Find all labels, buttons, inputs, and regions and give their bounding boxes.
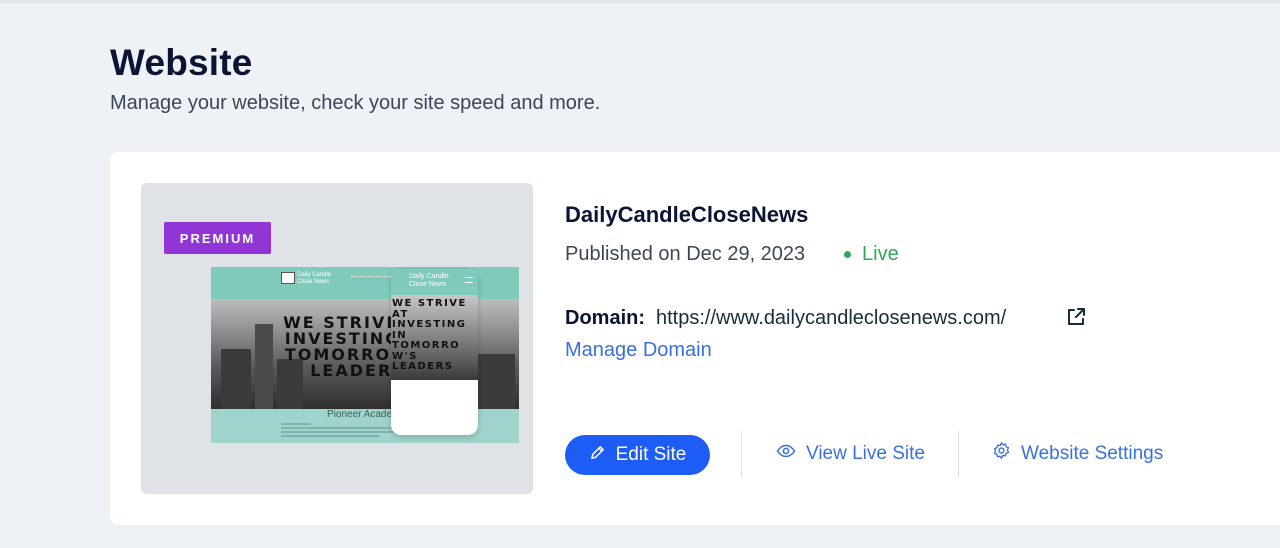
action-divider xyxy=(741,431,742,478)
mobile-preview: Daily Candle Close News WE STRIVE AT INV… xyxy=(391,269,478,435)
desktop-brand: Daily Candle Close News xyxy=(297,272,332,285)
pencil-icon xyxy=(589,444,606,467)
site-thumbnail[interactable]: Daily Candle Close News WE STRIVE AT INV… xyxy=(141,183,533,494)
eye-icon xyxy=(776,441,796,467)
published-date: Published on Dec 29, 2023 xyxy=(565,243,806,265)
domain-url: https://www.dailycandleclosenews.com/ xyxy=(656,307,1007,329)
mobile-brand: Daily Candle Close News xyxy=(409,273,449,288)
gear-icon xyxy=(992,441,1011,466)
live-status-dot xyxy=(844,251,851,258)
page-subtitle: Manage your website, check your site spe… xyxy=(110,92,601,114)
page-title: Website xyxy=(110,42,253,83)
hamburger-menu-icon xyxy=(465,277,473,283)
edit-site-button[interactable]: Edit Site xyxy=(565,435,710,475)
edit-site-label: Edit Site xyxy=(615,444,687,465)
view-live-site-button[interactable]: View Live Site xyxy=(776,441,925,467)
mobile-preview-header: Daily Candle Close News xyxy=(391,269,478,295)
view-live-site-label: View Live Site xyxy=(806,443,925,464)
top-divider xyxy=(0,0,1280,3)
mobile-hero-text: WE STRIVE AT INVESTING IN TOMORRO W'S LE… xyxy=(392,298,467,372)
manage-domain-link[interactable]: Manage Domain xyxy=(565,339,712,362)
domain-label: Domain: xyxy=(565,307,645,329)
site-name: DailyCandleCloseNews xyxy=(565,202,809,227)
live-status: Live xyxy=(862,243,899,265)
desktop-logo-icon xyxy=(281,272,295,284)
website-card: Daily Candle Close News WE STRIVE AT INV… xyxy=(110,152,1280,525)
premium-badge: PREMIUM xyxy=(164,222,271,254)
website-settings-label: Website Settings xyxy=(1021,442,1164,464)
mobile-hero: WE STRIVE AT INVESTING IN TOMORRO W'S LE… xyxy=(391,295,478,380)
website-settings-button[interactable]: Website Settings xyxy=(992,441,1163,466)
external-link-icon[interactable] xyxy=(1065,306,1087,328)
action-divider xyxy=(958,431,959,478)
